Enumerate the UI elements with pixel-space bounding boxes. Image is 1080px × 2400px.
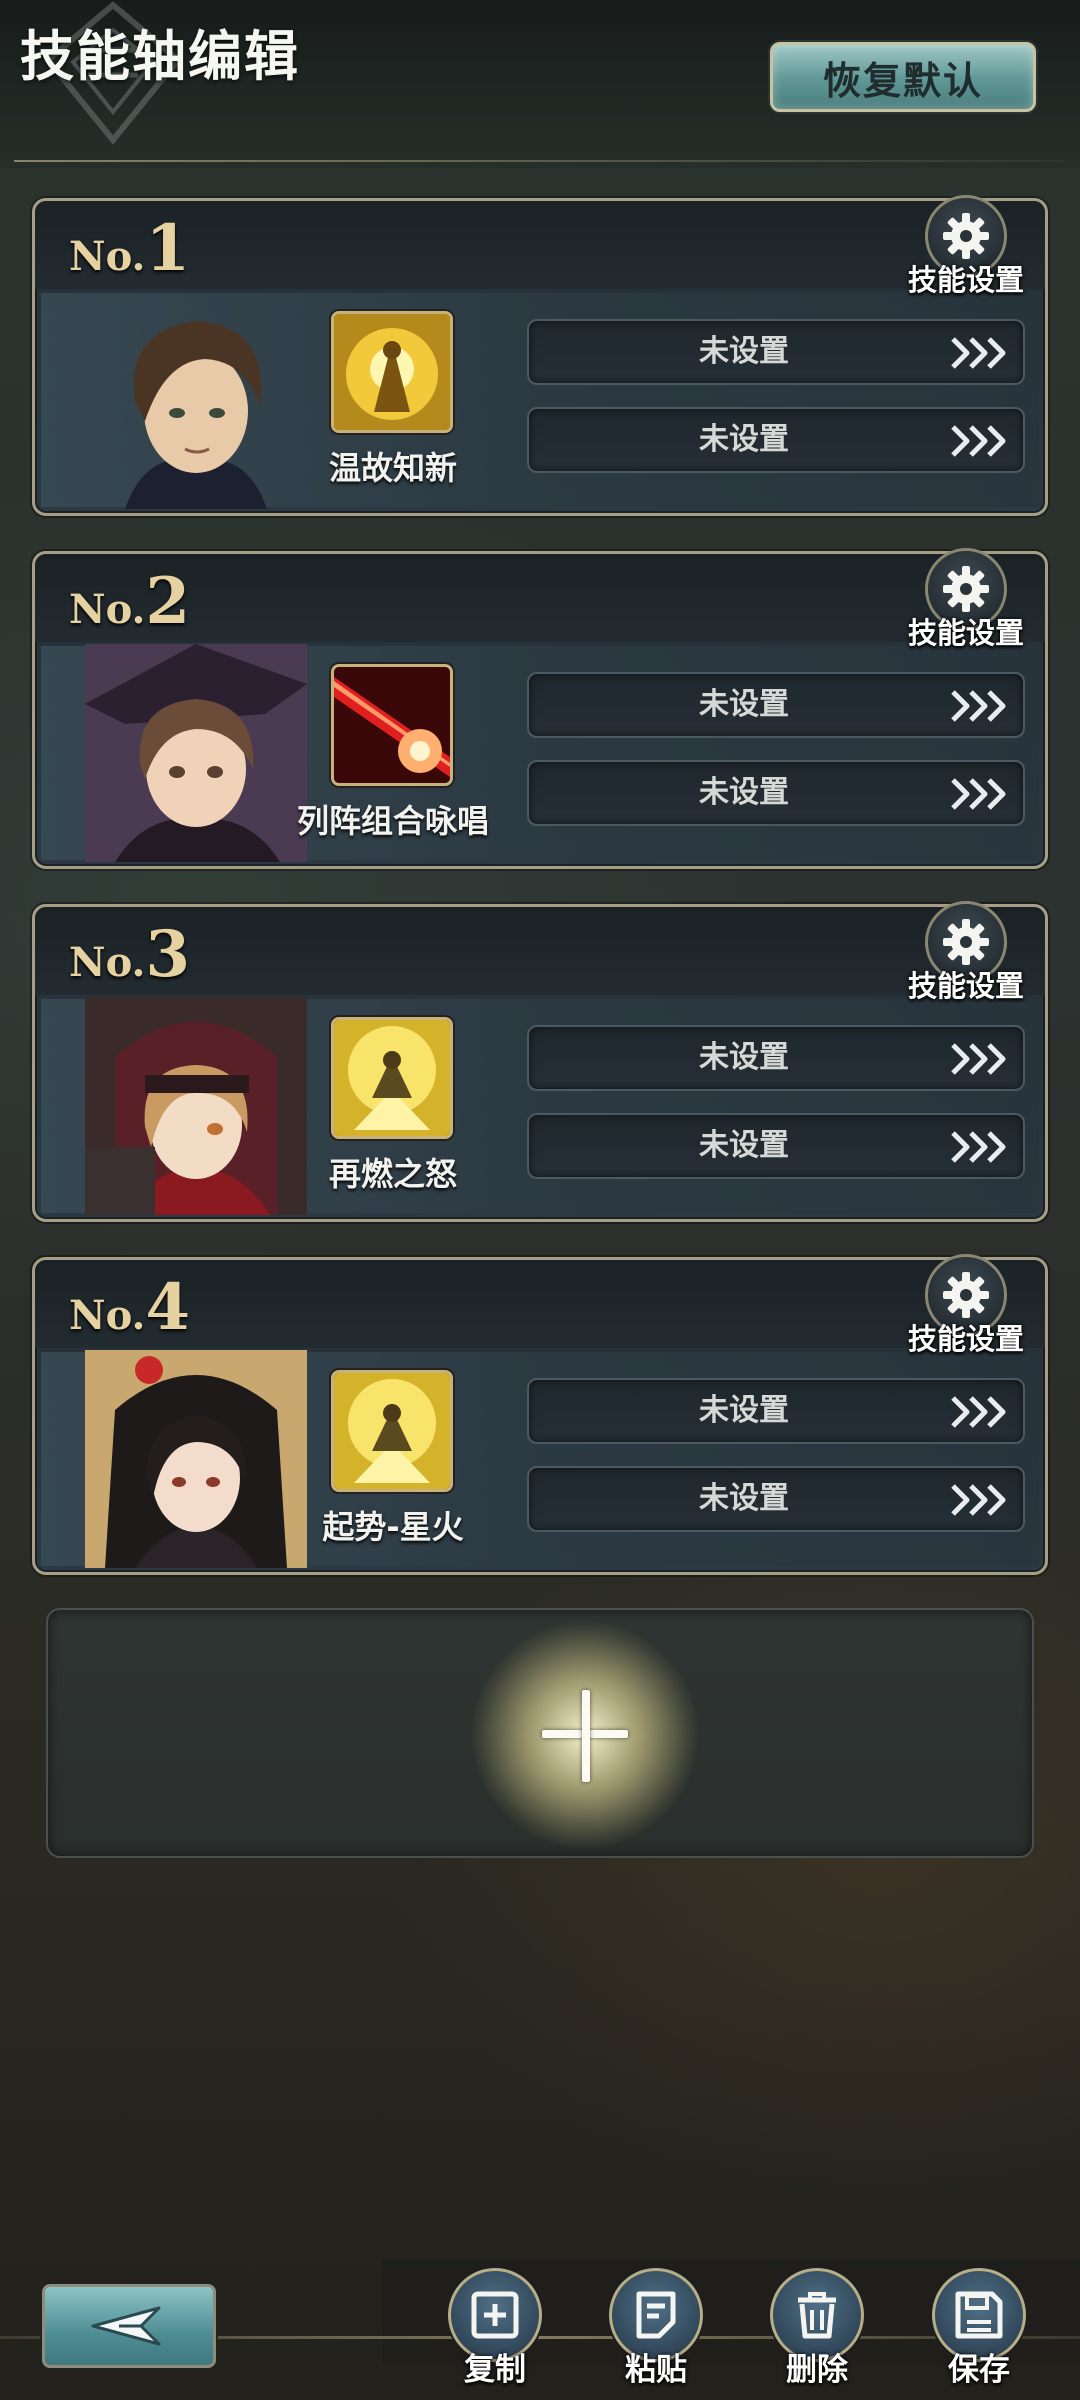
gear-icon	[943, 566, 989, 612]
add-button[interactable]	[472, 1622, 698, 1848]
skill-slot-1[interactable]: 未设置	[527, 319, 1025, 385]
triple-chevron-right-icon	[951, 425, 1006, 457]
triple-chevron-right-icon	[951, 1131, 1006, 1163]
skill-card-2: No.2 技能设置 列阵组合咏唱 未设置 未设置	[32, 548, 1048, 869]
skill-settings-label: 技能设置	[907, 969, 1024, 1003]
skill-icon[interactable]	[331, 1017, 453, 1139]
bottom-toolbar: 复制 粘贴 删除 保存	[0, 2260, 1080, 2400]
skill-slot-2[interactable]: 未设置	[527, 1113, 1025, 1179]
skill-settings-button[interactable]: 技能设置	[908, 1254, 1024, 1356]
paste-button[interactable]: 粘贴	[595, 2260, 715, 2400]
skill-card-3: No.3 技能设置 再燃之怒 未设置 未设置	[32, 901, 1048, 1222]
header: 技能轴编辑 恢复默认	[0, 0, 1080, 168]
card-number: No.1	[69, 211, 190, 286]
skill-settings-label: 技能设置	[907, 263, 1024, 297]
add-card-panel[interactable]	[46, 1608, 1034, 1858]
skill-slot-2[interactable]: 未设置	[527, 1466, 1025, 1532]
back-button[interactable]	[42, 2284, 216, 2368]
skill-settings-button[interactable]: 技能设置	[908, 901, 1024, 1003]
card-number: No.2	[69, 564, 190, 639]
paste-icon	[636, 2291, 676, 2339]
skill-settings-button[interactable]: 技能设置	[908, 548, 1024, 650]
character-portrait[interactable]	[85, 644, 307, 862]
triple-chevron-right-icon	[951, 337, 1006, 369]
header-divider	[14, 160, 1064, 162]
gear-icon	[943, 919, 989, 965]
triple-chevron-right-icon	[951, 1484, 1006, 1516]
skill-name: 列阵组合咏唱	[296, 802, 489, 840]
skill-card-4: No.4 技能设置 起势-星火 未设置 未设置	[32, 1254, 1048, 1575]
gear-icon	[943, 213, 989, 259]
save-button[interactable]: 保存	[918, 2260, 1038, 2400]
skill-settings-label: 技能设置	[907, 616, 1024, 650]
skill-settings-button[interactable]: 技能设置	[908, 195, 1024, 297]
card-number: No.4	[69, 1270, 190, 1345]
triple-chevron-right-icon	[951, 690, 1006, 722]
skill-slot-1[interactable]: 未设置	[527, 672, 1025, 738]
page-title: 技能轴编辑	[20, 25, 300, 88]
skill-slot-2[interactable]: 未设置	[527, 407, 1025, 473]
trash-icon	[798, 2292, 836, 2339]
skill-name: 再燃之怒	[328, 1155, 457, 1193]
back-arrow-icon	[91, 2306, 161, 2346]
copy-icon	[471, 2291, 519, 2339]
character-portrait[interactable]	[85, 291, 307, 509]
character-portrait[interactable]	[85, 1350, 307, 1568]
skill-slot-1[interactable]: 未设置	[527, 1378, 1025, 1444]
triple-chevron-right-icon	[951, 778, 1006, 810]
skill-name: 起势-星火	[322, 1508, 464, 1546]
delete-button[interactable]: 删除	[756, 2260, 876, 2400]
skill-icon[interactable]	[331, 1370, 453, 1492]
restore-default-button[interactable]: 恢复默认	[770, 42, 1036, 112]
skill-card-1: No.1 技能设置 温故知新 未设置 未设置	[32, 195, 1048, 516]
skill-icon[interactable]	[331, 311, 453, 433]
character-portrait[interactable]	[85, 997, 307, 1215]
triple-chevron-right-icon	[951, 1043, 1006, 1075]
triple-chevron-right-icon	[951, 1396, 1006, 1428]
copy-button[interactable]: 复制	[434, 2260, 554, 2400]
save-icon	[955, 2291, 1003, 2339]
gear-icon	[943, 1272, 989, 1318]
skill-slot-1[interactable]: 未设置	[527, 1025, 1025, 1091]
skill-name: 温故知新	[328, 449, 457, 487]
skill-icon[interactable]	[331, 664, 453, 786]
card-number: No.3	[69, 917, 190, 992]
skill-slot-2[interactable]: 未设置	[527, 760, 1025, 826]
skill-settings-label: 技能设置	[907, 1322, 1024, 1356]
